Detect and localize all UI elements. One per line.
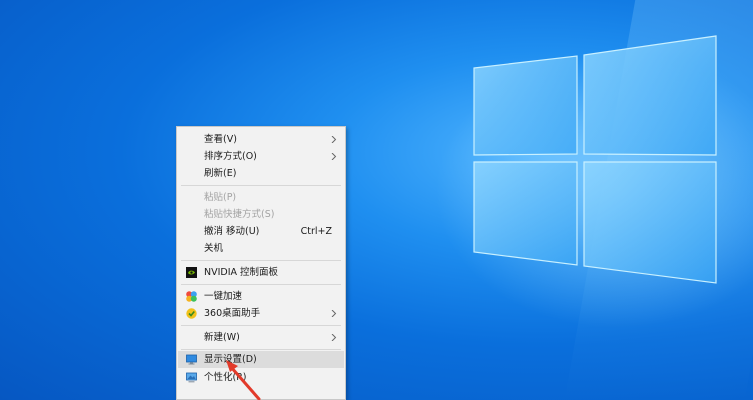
360-assistant-icon — [186, 308, 197, 319]
menu-item-360-desktop-assistant-label: 360桌面助手 — [204, 308, 261, 319]
display-icon — [186, 354, 197, 365]
menu-item-display-settings-label: 显示设置(D) — [204, 354, 257, 365]
menu-item-undo-move-label: 撤消 移动(U) — [204, 226, 260, 237]
menu-item-display-settings[interactable]: 显示设置(D) — [178, 351, 344, 368]
shortcut-text: Ctrl+Z — [300, 226, 332, 237]
menu-separator — [181, 185, 341, 186]
logo-pane-top-left — [473, 55, 578, 156]
chevron-right-icon — [331, 153, 337, 160]
menu-item-one-click-accelerate[interactable]: 一键加速 — [178, 288, 344, 305]
menu-item-sort-by-label: 排序方式(O) — [204, 151, 257, 162]
menu-item-one-click-accelerate-label: 一键加速 — [204, 291, 243, 302]
menu-item-new[interactable]: 新建(W) — [178, 329, 344, 346]
menu-item-view[interactable]: 查看(V) — [178, 131, 344, 148]
menu-item-undo-move[interactable]: 撤消 移动(U) Ctrl+Z — [178, 223, 344, 240]
personalize-icon — [186, 372, 197, 383]
windows-logo — [473, 35, 717, 284]
menu-item-refresh-label: 刷新(E) — [204, 168, 237, 179]
menu-separator — [181, 260, 341, 261]
accelerate-icon — [186, 291, 197, 302]
chevron-right-icon — [331, 310, 337, 317]
menu-item-personalize-label: 个性化(R) — [204, 372, 247, 383]
menu-item-new-label: 新建(W) — [204, 332, 240, 343]
logo-pane-top-right — [583, 35, 717, 156]
menu-item-shutdown[interactable]: 关机 — [178, 240, 344, 257]
menu-item-nvidia-label: NVIDIA 控制面板 — [204, 267, 279, 278]
menu-item-shutdown-label: 关机 — [204, 243, 224, 254]
logo-pane-bottom-left — [473, 161, 578, 266]
nvidia-icon — [186, 267, 197, 278]
menu-separator — [181, 349, 341, 350]
desktop-background[interactable] — [0, 0, 753, 400]
context-menu: 查看(V) 排序方式(O) 刷新(E) 粘贴(P) 粘贴快捷方式(S) 撤消 移… — [176, 126, 346, 400]
menu-item-paste-shortcut-label: 粘贴快捷方式(S) — [204, 209, 275, 220]
menu-item-paste-shortcut[interactable]: 粘贴快捷方式(S) — [178, 206, 344, 223]
menu-item-sort-by[interactable]: 排序方式(O) — [178, 148, 344, 165]
menu-item-refresh[interactable]: 刷新(E) — [178, 165, 344, 182]
logo-pane-bottom-right — [583, 161, 717, 284]
menu-separator — [181, 284, 341, 285]
menu-item-personalize[interactable]: 个性化(R) — [178, 369, 344, 386]
menu-item-paste[interactable]: 粘贴(P) — [178, 189, 344, 206]
menu-item-paste-label: 粘贴(P) — [204, 192, 237, 203]
menu-item-nvidia[interactable]: NVIDIA 控制面板 — [178, 264, 344, 281]
menu-item-360-desktop-assistant[interactable]: 360桌面助手 — [178, 305, 344, 322]
menu-separator — [181, 325, 341, 326]
chevron-right-icon — [331, 334, 337, 341]
menu-item-view-label: 查看(V) — [204, 134, 237, 145]
chevron-right-icon — [331, 136, 337, 143]
